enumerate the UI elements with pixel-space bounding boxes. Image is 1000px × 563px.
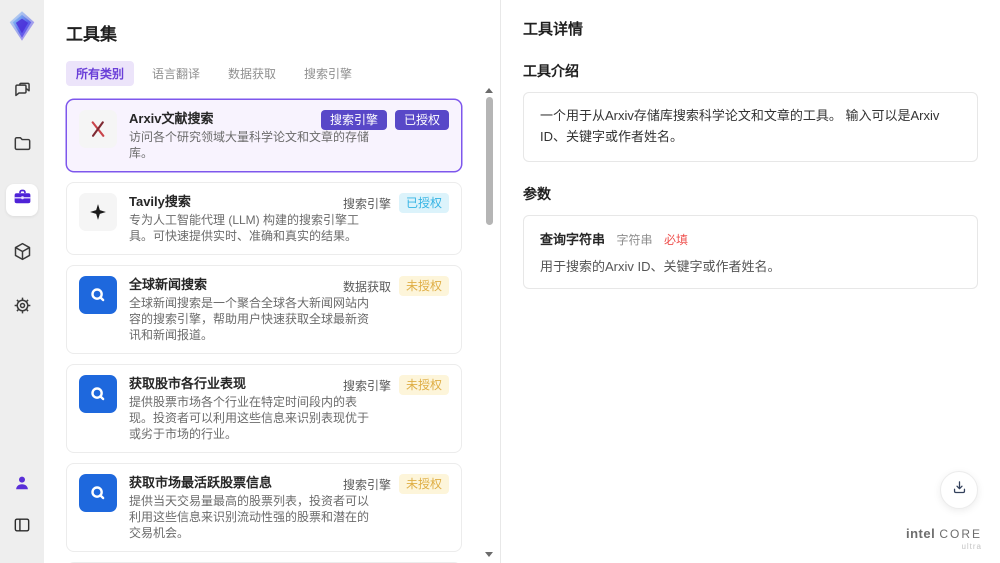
user-avatar[interactable]: [6, 469, 38, 501]
category-tabs: 所有类别 语言翻译 数据获取 搜索引擎: [66, 61, 478, 86]
panel-toggle-icon: [12, 515, 32, 540]
status-badge: 已授权: [398, 193, 449, 213]
tab-search-engine[interactable]: 搜索引擎: [294, 61, 362, 86]
tavily-star-icon: [79, 193, 117, 231]
download-icon: [951, 479, 968, 501]
sidebar: [0, 0, 44, 563]
tool-card-sector-performance[interactable]: 获取股市各行业表现 提供股票市场各个行业在特定时间段内的表现。投资者可以利用这些…: [66, 364, 462, 453]
cube-icon: [12, 241, 33, 267]
blue-search-icon: [79, 276, 117, 314]
params-heading: 参数: [523, 185, 551, 202]
gear-icon: [12, 295, 33, 321]
page-title: 工具集: [66, 25, 117, 44]
parameter-card: 查询字符串 字符串 必填 用于搜索的Arxiv ID、关键字或作者姓名。: [523, 214, 978, 289]
tool-description: 专为人工智能代理 (LLM) 构建的搜索引擎工具。可快速提供实时、准确和真实的结…: [129, 213, 360, 243]
tool-list-panel: 工具集 所有类别 语言翻译 数据获取 搜索引擎 Arxiv文献搜索 访问各个研究…: [44, 0, 500, 563]
sidebar-item-tools[interactable]: [6, 184, 38, 216]
category-label: 搜索引擎: [342, 196, 391, 211]
tool-detail-panel: 工具详情 工具介绍 一个用于从Arxiv存储库搜索科学论文和文章的工具。 输入可…: [500, 0, 1000, 563]
app-logo-icon: [7, 10, 37, 42]
blue-search-icon: [79, 375, 117, 413]
status-badge: 未授权: [398, 276, 449, 296]
status-badge: 已授权: [394, 110, 449, 130]
sidebar-item-settings[interactable]: [6, 292, 38, 324]
param-description: 用于搜索的Arxiv ID、关键字或作者姓名。: [540, 258, 781, 274]
folder-icon: [12, 133, 33, 159]
tool-list: Arxiv文献搜索 访问各个研究领域大量科学论文和文章的存储库。 搜索引擎 已授…: [66, 99, 478, 563]
category-label: 数据获取: [342, 279, 391, 294]
app-window: 工具集 所有类别 语言翻译 数据获取 搜索引擎 Arxiv文献搜索 访问各个研究…: [0, 0, 1000, 563]
sidebar-item-files[interactable]: [6, 130, 38, 162]
sidebar-item-chat[interactable]: [6, 76, 38, 108]
status-badge: 未授权: [398, 474, 449, 494]
tab-all-categories[interactable]: 所有类别: [66, 61, 135, 86]
scrollbar-thumb[interactable]: [485, 97, 493, 225]
intro-heading: 工具介绍: [523, 63, 579, 79]
blue-search-icon: [79, 474, 117, 512]
tab-data-fetch[interactable]: 数据获取: [218, 61, 286, 86]
sidebar-item-models[interactable]: [6, 238, 38, 270]
tool-card-arxiv[interactable]: Arxiv文献搜索 访问各个研究领域大量科学论文和文章的存储库。 搜索引擎 已授…: [66, 99, 462, 172]
download-button[interactable]: [940, 471, 978, 509]
tool-description: 提供股票市场各个行业在特定时间段内的表现。投资者可以利用这些信息来识别表现优于或…: [129, 395, 370, 441]
category-badge: 搜索引擎: [320, 110, 387, 130]
tool-card-global-news[interactable]: 全球新闻搜索 全球新闻搜索是一个聚合全球各大新闻网站内容的搜索引擎，帮助用户快速…: [66, 265, 462, 354]
scroll-down-icon[interactable]: [485, 552, 493, 557]
tab-translation[interactable]: 语言翻译: [142, 61, 210, 86]
scrollbar[interactable]: [485, 88, 493, 557]
intel-core-logo: intel CORE ultra: [906, 526, 982, 551]
tool-card-active-stocks[interactable]: 获取市场最活跃股票信息 提供当天交易量最高的股票列表，投资者可以利用这些信息来识…: [66, 463, 462, 552]
tool-intro-text: 一个用于从Arxiv存储库搜索科学论文和文章的工具。 输入可以是Arxiv ID…: [523, 92, 978, 162]
tool-card-tavily[interactable]: Tavily搜索 专为人工智能代理 (LLM) 构建的搜索引擎工具。可快速提供实…: [66, 182, 462, 255]
scroll-up-icon[interactable]: [485, 88, 493, 93]
arxiv-logo-icon: [79, 110, 117, 148]
user-avatar-icon: [12, 473, 32, 498]
tool-description: 全球新闻搜索是一个聚合全球各大新闻网站内容的搜索引擎，帮助用户快速获取全球最新资…: [129, 296, 370, 342]
intel-brand-sub-text: ultra: [961, 542, 982, 551]
tool-description: 提供当天交易量最高的股票列表，投资者可以利用这些信息来识别流动性强的股票和潜在的…: [129, 494, 370, 540]
chat-icon: [12, 79, 33, 105]
briefcase-tools-icon: [12, 187, 33, 213]
status-badge: 未授权: [398, 375, 449, 395]
param-type: 字符串: [616, 232, 653, 247]
details-title: 工具详情: [523, 21, 584, 38]
category-label: 搜索引擎: [342, 378, 391, 393]
param-name: 查询字符串: [540, 231, 606, 247]
panel-toggle[interactable]: [6, 511, 38, 543]
core-brand-text: CORE: [939, 527, 982, 541]
param-required-badge: 必填: [663, 232, 688, 247]
tool-description: 访问各个研究领域大量科学论文和文章的存储库。: [129, 130, 370, 160]
intel-brand-text: intel: [905, 526, 936, 541]
category-label: 搜索引擎: [342, 477, 391, 492]
